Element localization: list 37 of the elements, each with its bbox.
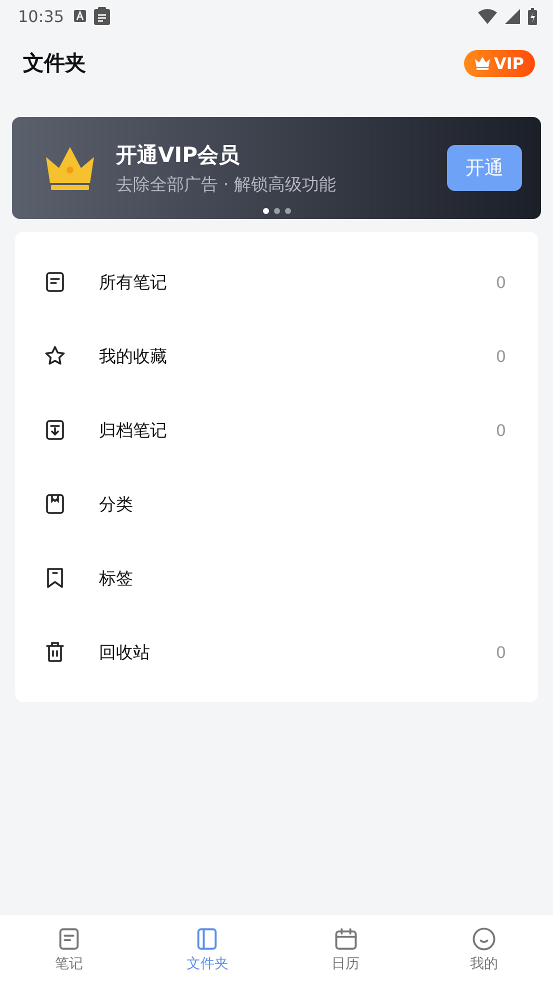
folder-item[interactable]: 所有笔记 0 [15, 245, 538, 319]
smiley-icon [470, 926, 497, 952]
box-icon [43, 492, 67, 516]
banner-title: 开通VIP会员 [116, 142, 240, 168]
page-title: 文件夹 [23, 50, 87, 77]
nav-tab[interactable]: 日历 [276, 915, 415, 984]
folder-count: 0 [496, 642, 506, 662]
crown-icon [474, 56, 490, 70]
folder-item[interactable]: 标签 [15, 541, 538, 615]
folder-label: 我的收藏 [99, 346, 168, 368]
folder-item[interactable]: 我的收藏 0 [15, 319, 538, 393]
signal-icon [505, 8, 520, 24]
folder-label: 分类 [99, 494, 134, 516]
wifi-icon [478, 8, 497, 24]
folder-item[interactable]: 回收站 0 [15, 615, 538, 689]
folder-label: 所有笔记 [99, 272, 168, 294]
battery-icon [528, 8, 537, 24]
folder-count: 0 [496, 272, 506, 292]
keyboard-icon [74, 10, 86, 22]
status-time: 10:35 [18, 6, 64, 26]
folder-label: 标签 [99, 568, 134, 590]
folder-label: 回收站 [99, 642, 151, 664]
folder-count: 0 [496, 346, 506, 366]
archive-icon [43, 418, 67, 442]
nav-tab[interactable]: 笔记 [0, 915, 138, 984]
note-icon [43, 270, 67, 294]
nav-tab[interactable]: 我的 [414, 915, 553, 984]
folder-item[interactable]: 归档笔记 0 [15, 393, 538, 467]
calendar-icon [332, 926, 359, 952]
folder-item[interactable]: 分类 [15, 467, 538, 541]
folder-count: 0 [496, 420, 506, 440]
vip-banner[interactable]: 开通VIP会员 去除全部广告 · 解锁高级功能 开通 [12, 117, 541, 219]
clipboard-icon [94, 7, 110, 25]
banner-subtitle: 去除全部广告 · 解锁高级功能 [116, 174, 338, 196]
trash-icon [43, 640, 67, 664]
folder-label: 归档笔记 [99, 420, 168, 442]
crown-icon [44, 145, 96, 191]
